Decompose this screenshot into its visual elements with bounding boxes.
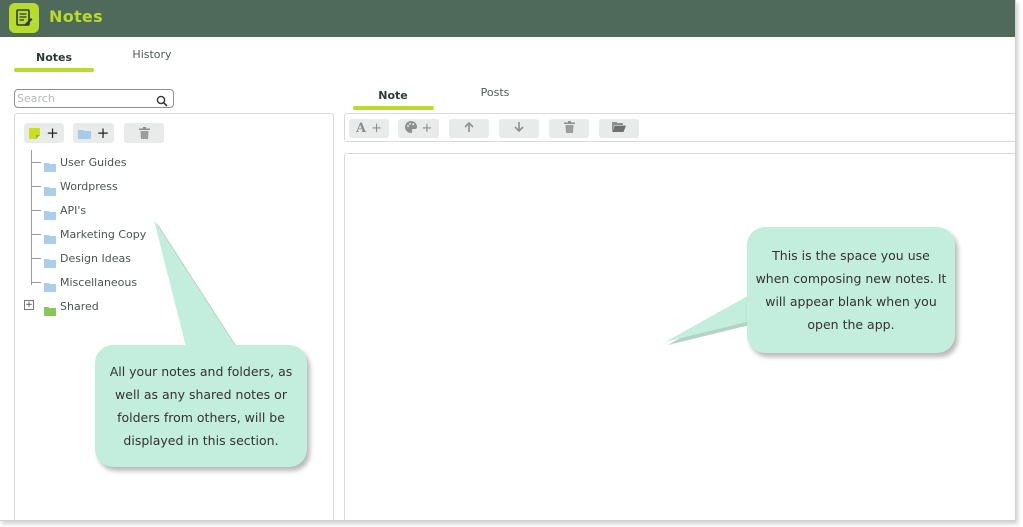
tree-item-shared[interactable]: Shared bbox=[44, 298, 99, 316]
font-icon: A bbox=[356, 121, 367, 136]
folder-icon bbox=[44, 229, 56, 244]
editor-toolbar bbox=[344, 113, 1015, 142]
left-callout-tail bbox=[154, 220, 239, 350]
search-icon[interactable] bbox=[156, 92, 168, 111]
color-button[interactable]: + bbox=[398, 119, 439, 138]
tab-note[interactable]: Note bbox=[353, 89, 433, 102]
folder-icon bbox=[44, 205, 56, 220]
plus-icon: + bbox=[96, 123, 110, 142]
tree-item-wordpress[interactable]: Wordpress bbox=[31, 178, 118, 196]
new-folder-icon bbox=[77, 124, 91, 143]
delete-note-button[interactable] bbox=[549, 119, 589, 138]
move-down-button[interactable] bbox=[499, 119, 539, 138]
tree-item-label: API's bbox=[60, 203, 87, 217]
plus-icon: + bbox=[371, 121, 382, 136]
tree-item-label: Design Ideas bbox=[60, 251, 131, 265]
trash-icon bbox=[563, 120, 575, 137]
tree-item-label: Shared bbox=[60, 299, 99, 313]
open-folder-icon bbox=[612, 121, 626, 136]
notes-app-icon bbox=[9, 3, 39, 33]
arrow-down-icon bbox=[513, 121, 525, 137]
tree-item-miscellaneous[interactable]: Miscellaneous bbox=[31, 274, 138, 292]
folder-icon bbox=[44, 253, 56, 268]
folder-icon bbox=[44, 277, 56, 292]
palette-icon bbox=[404, 120, 417, 137]
folder-icon bbox=[44, 157, 56, 172]
new-note-icon bbox=[29, 124, 41, 143]
tab-notes[interactable]: Notes bbox=[14, 51, 94, 64]
tab-history[interactable]: History bbox=[112, 48, 192, 61]
shared-folder-icon bbox=[44, 301, 56, 316]
open-folder-button[interactable] bbox=[599, 119, 639, 138]
add-folder-button[interactable]: + bbox=[73, 123, 114, 143]
tree-item-label: Miscellaneous bbox=[60, 275, 138, 289]
tree-item-marketing-copy[interactable]: Marketing Copy bbox=[31, 226, 147, 244]
plus-icon: + bbox=[421, 121, 433, 136]
plus-icon: + bbox=[46, 123, 59, 142]
right-callout: This is the space you use when composing… bbox=[747, 227, 955, 353]
tree-item-user-guides[interactable]: User Guides bbox=[31, 154, 127, 172]
font-button[interactable]: A + bbox=[349, 119, 389, 138]
search-input[interactable] bbox=[17, 91, 149, 106]
tab-note-underline bbox=[353, 106, 434, 110]
tree-item-label: Marketing Copy bbox=[60, 227, 147, 241]
add-note-button[interactable]: + bbox=[24, 123, 64, 143]
tree-item-apis[interactable]: API's bbox=[31, 202, 87, 220]
tab-notes-underline bbox=[14, 68, 94, 72]
title-bar: Notes bbox=[0, 0, 1015, 37]
move-up-button[interactable] bbox=[449, 119, 489, 138]
left-callout: All your notes and folders, as well as a… bbox=[95, 345, 307, 467]
expand-toggle-icon[interactable]: + bbox=[24, 300, 34, 310]
tree-item-label: User Guides bbox=[60, 155, 127, 169]
tree-item-label: Wordpress bbox=[60, 179, 118, 193]
arrow-up-icon bbox=[463, 121, 475, 137]
tab-posts[interactable]: Posts bbox=[455, 86, 535, 99]
app-window: Notes Notes History + + User Gu bbox=[0, 0, 1016, 521]
delete-button[interactable] bbox=[124, 123, 164, 143]
trash-icon bbox=[138, 124, 150, 143]
search-box bbox=[14, 89, 174, 108]
app-title: Notes bbox=[49, 7, 103, 26]
folder-icon bbox=[44, 181, 56, 196]
tree-item-design-ideas[interactable]: Design Ideas bbox=[31, 250, 131, 268]
